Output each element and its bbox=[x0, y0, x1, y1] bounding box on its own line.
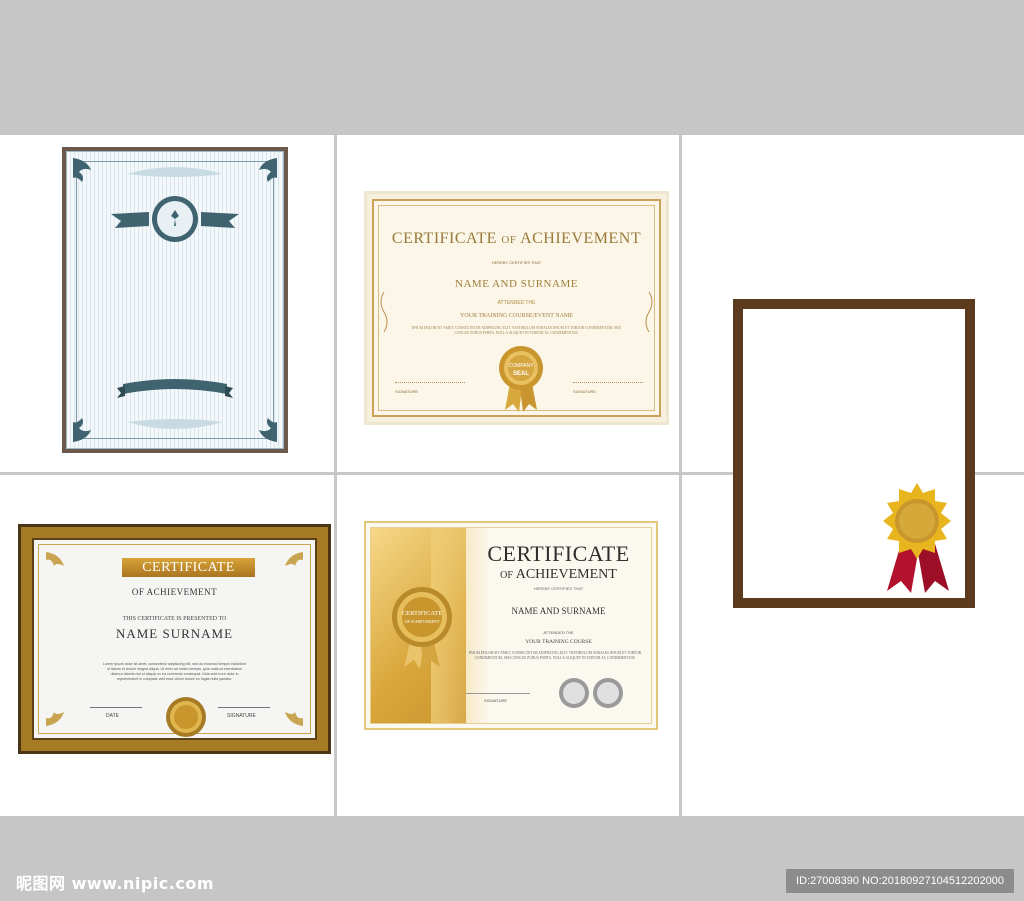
corner-ornament-icon bbox=[46, 712, 64, 726]
cert4-subtitle: of Achievement bbox=[500, 567, 617, 582]
certificate-gold-frame[interactable]: CERTIFICATE OF ACHIEVEMENT THIS CERTIFIC… bbox=[18, 524, 331, 754]
certificate-cream-achievement[interactable]: Certificate of Achievement Hereby certif… bbox=[364, 191, 669, 425]
corner-ornament-icon bbox=[46, 552, 64, 566]
cert3-name: NAME SURNAME bbox=[115, 626, 234, 641]
cert4-certifies: Hereby certifies that bbox=[533, 586, 584, 591]
cert4-signature-label: Signature bbox=[484, 698, 508, 703]
cert4-attended: attended the bbox=[543, 630, 574, 635]
cert2-right-flourish bbox=[645, 292, 653, 332]
cert2-signature-line-left bbox=[395, 382, 465, 383]
cert4-course: Your Training Course bbox=[525, 639, 592, 645]
grid-divider-vertical-2 bbox=[679, 135, 682, 816]
silver-seals-icon bbox=[559, 678, 623, 708]
certificate-golden-panel[interactable]: Certificate of Achievement Hereby certif… bbox=[364, 521, 658, 730]
cert4-title: Certificate bbox=[487, 541, 630, 566]
cert3-presented: THIS CERTIFICATE IS PRESENTED TO bbox=[122, 616, 227, 622]
teal-ornament-graphics bbox=[73, 158, 277, 442]
certificate-brown-frame[interactable] bbox=[733, 299, 975, 608]
cert2-course: Your Training Course/Event Name bbox=[460, 313, 573, 319]
achievement-badge-icon: CERTIFICATE OF ACHIEVEMENT bbox=[392, 587, 452, 669]
cert4-body: Ipsum dolor sit amet, consectetur adipis… bbox=[468, 651, 642, 660]
image-id-label: ID:27008390 NO:20180927104512202000 bbox=[786, 869, 1014, 893]
grid-divider-vertical-1 bbox=[334, 135, 337, 816]
cert2-signature-line-right bbox=[573, 382, 643, 383]
cert2-signature-label-right: Signature bbox=[573, 389, 597, 394]
badge-text-line1: CERTIFICATE bbox=[402, 610, 442, 617]
cert2-left-flourish bbox=[380, 292, 388, 332]
certificate-teal-ornamental[interactable] bbox=[62, 147, 288, 453]
company-seal-icon: COMPANY SEAL bbox=[499, 346, 543, 412]
seal-text-line2: SEAL bbox=[513, 371, 529, 377]
cert2-signature-label-left: Signature bbox=[395, 389, 419, 394]
cert3-date-line bbox=[90, 707, 142, 708]
badge-text-line2: OF ACHIEVEMENT bbox=[405, 619, 440, 624]
cert3-banner: CERTIFICATE bbox=[122, 558, 255, 577]
cert3-of-achievement: OF ACHIEVEMENT bbox=[131, 587, 218, 597]
cert3-body: Lorem ipsum dolor sit amet, consectetur … bbox=[102, 662, 247, 681]
corner-ornament-icon bbox=[285, 552, 303, 566]
cert3-date-label: DATE bbox=[106, 713, 119, 719]
cert4-signature-line bbox=[466, 693, 530, 694]
cert3-signature-label: SIGNATURE bbox=[227, 713, 256, 719]
cert2-certifies: Hereby certifies that bbox=[491, 260, 542, 265]
cert3-signature-line bbox=[218, 707, 270, 708]
rosette-ribbon-icon bbox=[883, 483, 951, 593]
cert2-name: Name and Surname bbox=[455, 278, 578, 290]
seal-text-line1: COMPANY bbox=[509, 363, 535, 369]
gold-medal-icon bbox=[166, 697, 206, 737]
cert2-title: Certificate of Achievement bbox=[391, 230, 642, 247]
cert2-body: Ipsum dolor sit amet, consectetur adipis… bbox=[412, 326, 621, 335]
site-logo[interactable]: 昵图网 www.nipic.com bbox=[16, 870, 214, 894]
cert4-name: Name and Surname bbox=[511, 606, 606, 616]
cert2-attended: attended the bbox=[497, 300, 536, 306]
corner-ornament-icon bbox=[285, 712, 303, 726]
